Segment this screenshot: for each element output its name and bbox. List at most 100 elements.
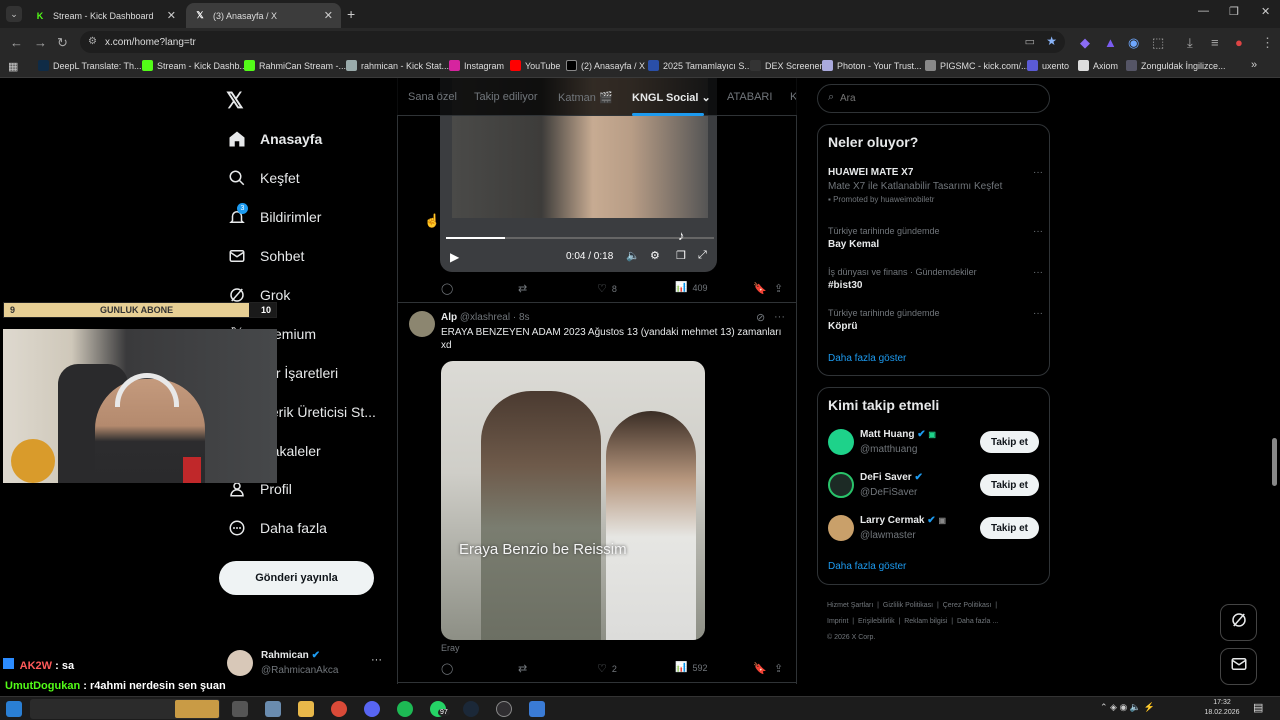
footer-link[interactable]: Imprint: [827, 618, 848, 625]
reply-button[interactable]: ◯: [441, 282, 453, 295]
post-time[interactable]: 8s: [519, 312, 530, 323]
show-more-link[interactable]: Daha fazla göster: [828, 561, 906, 572]
close-icon[interactable]: ✕: [324, 9, 333, 22]
bookmark-tamamlayici[interactable]: 2025 Tamamlayıcı S...: [648, 60, 752, 71]
follow-button[interactable]: Takip et: [980, 431, 1039, 453]
bookmark-deepl[interactable]: DeepL Translate: Th...: [38, 60, 142, 71]
bookmark-x-home[interactable]: (2) Anasayfa / X: [566, 60, 645, 71]
profile-avatar-icon[interactable]: ●: [1235, 35, 1243, 50]
bookmark-zonguldak[interactable]: Zonguldak İngilizce...: [1126, 60, 1226, 71]
reload-icon[interactable]: ↻: [57, 35, 68, 51]
volume-icon[interactable]: 🔈: [626, 249, 640, 262]
grok-analyze-icon[interactable]: ⊘: [756, 311, 765, 324]
messages-float-button[interactable]: [1220, 648, 1257, 685]
taskbar-search[interactable]: [30, 699, 220, 719]
bookmark-button[interactable]: 🔖: [753, 282, 767, 295]
follow-suggestion[interactable]: Larry Cermak ✔ ▣ @lawmaster Takip et: [818, 514, 1049, 548]
follow-suggestion[interactable]: Matt Huang ✔ ▣ @matthuang Takip et: [818, 428, 1049, 462]
file-explorer-icon[interactable]: [298, 701, 314, 717]
nav-more[interactable]: Daha fazla: [226, 516, 327, 540]
trend-item[interactable]: HUAWEI MATE X7 Mate X7 ile Katlanabilir …: [828, 167, 1043, 204]
more-icon[interactable]: ···: [1033, 308, 1043, 319]
forward-icon[interactable]: →: [34, 35, 47, 50]
tab-search-icon[interactable]: ⌄: [6, 6, 22, 22]
bookmark-rahmican-stream[interactable]: RahmiCan Stream -...: [244, 60, 346, 71]
repost-button[interactable]: ⇄: [518, 662, 527, 675]
trend-item[interactable]: Türkiye tarihinde gündemde Köprü ···: [828, 308, 1043, 332]
like-button[interactable]: ♡ 2: [597, 662, 617, 675]
share-button[interactable]: ⇪: [774, 282, 783, 295]
spotify-icon[interactable]: [397, 701, 413, 717]
video-progress-track[interactable]: [446, 237, 714, 239]
discord-icon[interactable]: [364, 701, 380, 717]
search-box[interactable]: ⌕: [817, 84, 1050, 113]
site-info-icon[interactable]: ⚙: [88, 36, 97, 47]
grok-float-button[interactable]: [1220, 604, 1257, 641]
extensions-puzzle-icon[interactable]: ⬚: [1152, 35, 1164, 51]
obs-icon[interactable]: [496, 701, 512, 717]
more-bookmarks-icon[interactable]: »: [1251, 59, 1257, 71]
bookmark-instagram[interactable]: Instagram: [449, 60, 504, 71]
nav-notifications[interactable]: 3 Bildirimler: [226, 203, 321, 229]
follow-button[interactable]: Takip et: [980, 517, 1039, 539]
app-icon[interactable]: [529, 701, 545, 717]
footer-link[interactable]: Hizmet Şartları: [827, 602, 873, 609]
nav-explore[interactable]: Keşfet: [226, 166, 300, 190]
window-close-icon[interactable]: ✕: [1261, 5, 1270, 18]
post-image[interactable]: Eraya Benzio be Reissim: [441, 361, 705, 640]
close-icon[interactable]: ✕: [167, 9, 176, 22]
media-icon[interactable]: ≡: [1211, 35, 1219, 50]
views-button[interactable]: 📊 409: [675, 282, 707, 293]
back-icon[interactable]: ←: [10, 35, 23, 50]
follow-button[interactable]: Takip et: [980, 474, 1039, 496]
restore-icon[interactable]: ❐: [1229, 5, 1239, 18]
footer-link[interactable]: Erişilebilirlik: [858, 618, 895, 625]
tab-following[interactable]: Takip ediliyor: [474, 91, 538, 103]
more-icon[interactable]: ···: [1033, 167, 1043, 178]
steam-icon[interactable]: [463, 701, 479, 717]
views-button[interactable]: 📊 592: [675, 662, 707, 673]
more-icon[interactable]: ···: [371, 654, 382, 666]
app-icon[interactable]: [265, 701, 281, 717]
system-tray[interactable]: ⌃ ◈ ◉ 🔈 ⚡: [1100, 702, 1155, 713]
nav-messages[interactable]: Sohbet: [226, 244, 304, 268]
menu-icon[interactable]: ⋮: [1261, 35, 1274, 51]
clock[interactable]: 17:32 18.02.2026: [1204, 698, 1240, 718]
bookmark-uxento[interactable]: uxento: [1027, 60, 1069, 71]
task-view-icon[interactable]: [232, 701, 248, 717]
account-switcher[interactable]: Rahmican ✔ @RahmicanAkca ···: [227, 648, 387, 682]
tab-for-you[interactable]: Sana özel: [408, 91, 457, 103]
repost-button[interactable]: ⇄: [518, 282, 527, 295]
footer-link[interactable]: Gizlilik Politikası: [883, 602, 933, 609]
tab-more[interactable]: K: [790, 91, 796, 103]
bookmark-dex-screener[interactable]: DEX Screener: [750, 60, 823, 71]
browser-tab-kick[interactable]: K Stream - Kick Dashboard ✕: [26, 3, 184, 28]
minimize-icon[interactable]: —: [1198, 5, 1209, 17]
whatsapp-icon[interactable]: 97: [430, 701, 450, 717]
nav-home[interactable]: Anasayfa: [226, 127, 322, 151]
chrome-icon[interactable]: [331, 701, 347, 717]
share-button[interactable]: ⇪: [774, 662, 783, 675]
browser-tab-x[interactable]: 𝕏 (3) Anasayfa / X ✕: [186, 3, 341, 28]
scrollbar-thumb[interactable]: [1272, 438, 1277, 486]
reply-button[interactable]: ◯: [441, 662, 453, 675]
fullscreen-icon[interactable]: ⤢: [698, 249, 707, 262]
bookmark-kick-dashboard[interactable]: Stream - Kick Dashb...: [142, 60, 247, 71]
download-icon[interactable]: ⤓: [1187, 35, 1193, 51]
bookmark-button[interactable]: 🔖: [753, 662, 767, 675]
footer-link[interactable]: Çerez Politikası: [943, 602, 992, 609]
post-button[interactable]: Gönderi yayınla: [219, 561, 374, 595]
tab-kngl-social[interactable]: KNGL Social ⌄: [632, 91, 711, 104]
tab-atabari[interactable]: ATABARI: [727, 91, 772, 103]
extension-icon[interactable]: ◉: [1128, 35, 1139, 51]
bookmark-kick-stats[interactable]: rahmican - Kick Stat...: [346, 60, 449, 71]
post-author-name[interactable]: Alp: [441, 312, 457, 323]
more-icon[interactable]: ···: [1033, 267, 1043, 278]
new-tab-button[interactable]: +: [347, 6, 355, 22]
post-more-icon[interactable]: ···: [774, 311, 785, 323]
trend-item[interactable]: Türkiye tarihinde gündemde Bay Kemal ···: [828, 226, 1043, 250]
bookmark-photon[interactable]: Photon - Your Trust...: [822, 60, 922, 71]
post-avatar[interactable]: [409, 311, 435, 337]
search-input[interactable]: [840, 90, 1040, 107]
bookmark-pigsmc[interactable]: PIGSMC - kick.com/...: [925, 60, 1029, 71]
